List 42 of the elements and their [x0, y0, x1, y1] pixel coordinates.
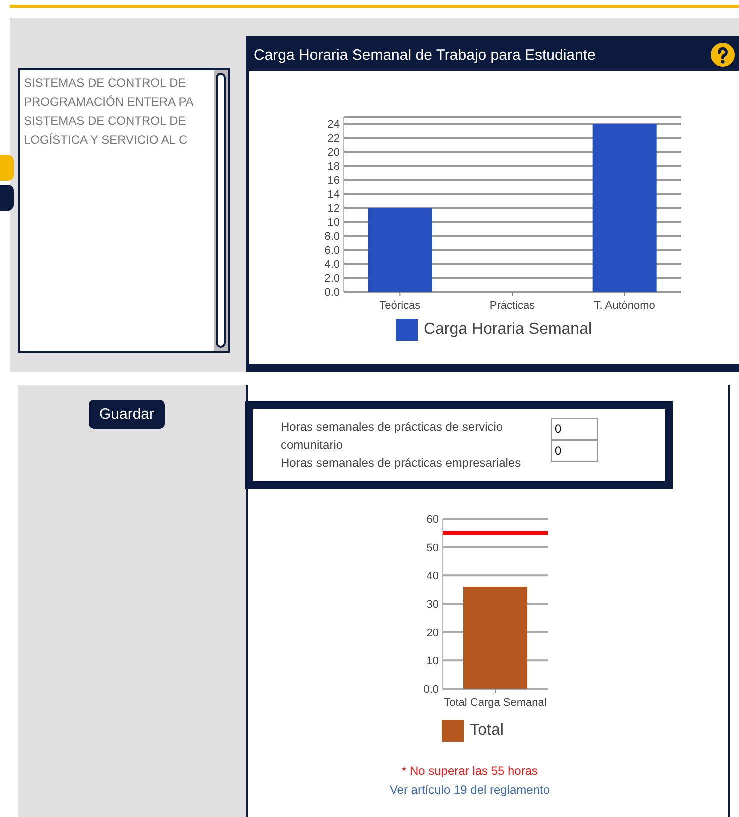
axis-label: Teóricas — [380, 300, 421, 312]
axis-label: 14 — [328, 189, 340, 201]
axis-label: 16 — [328, 175, 340, 187]
field-label: Horas semanales de prácticas de servicio comunitario — [281, 419, 504, 454]
list-item[interactable]: SISTEMAS DE CONTROL DE — [24, 112, 186, 131]
axis-label: 8.0 — [324, 231, 340, 243]
axis-label: 50 — [426, 542, 439, 554]
axis-label: 10 — [426, 656, 439, 668]
list-item[interactable]: PROGRAMACIÓN ENTERA PA — [24, 93, 194, 112]
field-label: Horas semanales de prácticas empresariales — [281, 455, 522, 472]
side-tab[interactable] — [0, 185, 14, 211]
axis-label: 40 — [426, 570, 439, 583]
scrollbar[interactable] — [214, 70, 228, 351]
subject-list[interactable]: SISTEMAS DE CONTROL DE PROGRAMACIÓN ENTERA PA SISTEMAS DE CONTROL DE LOGÍSTICA Y SERVICIO AL C — [18, 68, 230, 353]
axis-label: 20 — [426, 627, 439, 640]
axis-label: 4.0 — [324, 259, 340, 271]
panel-title: Carga Horaria Semanal de Trabajo para Estudiante — [254, 46, 596, 64]
axis-label: 20 — [328, 147, 340, 159]
axis-label: Prácticas — [490, 300, 536, 312]
axis-label: 30 — [426, 599, 439, 611]
axis-label: 18 — [328, 161, 340, 173]
axis-label: 12 — [328, 203, 340, 215]
axis-label: 0.0 — [424, 684, 439, 696]
legend-label: Carga Horaria Semanal — [424, 321, 592, 339]
axis-label: 10 — [328, 217, 340, 229]
list-item[interactable]: SISTEMAS DE CONTROL DE — [24, 74, 186, 93]
axis-label: 0.0 — [324, 287, 340, 299]
input-field[interactable]: 0 — [551, 440, 598, 462]
input-field[interactable]: 0 — [551, 418, 598, 440]
legend-label: Total — [470, 722, 504, 740]
axis-label: 60 — [426, 514, 439, 526]
list-item[interactable]: LOGÍSTICA Y SERVICIO AL C — [24, 131, 188, 150]
save-button[interactable]: Guardar — [89, 400, 165, 429]
axis-label: Total Carga Semanal — [444, 697, 547, 709]
axis-label: 22 — [328, 133, 340, 145]
help-icon[interactable] — [711, 43, 735, 67]
regulation-link[interactable]: Ver artículo 19 del reglamento — [390, 783, 550, 797]
axis-label: 2.0 — [324, 273, 340, 285]
axis-label: T. Autónomo — [594, 300, 656, 312]
warning-text: * No superar las 55 horas — [402, 764, 538, 778]
axis-label: 6.0 — [324, 245, 340, 257]
axis-label: 24 — [328, 119, 340, 131]
